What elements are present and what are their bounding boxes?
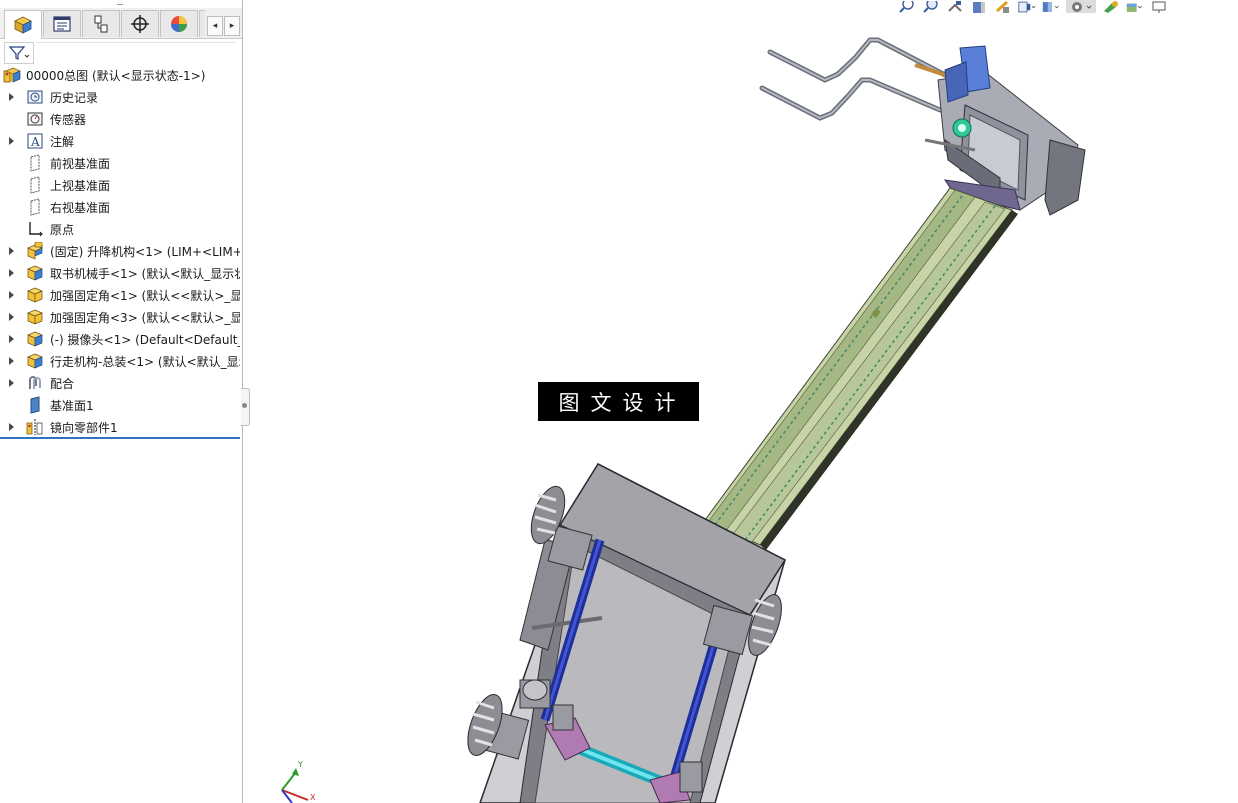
gripper-fork-rods [759,37,948,121]
watermark-label: 图文设计 [538,382,699,421]
triad-y-label: Y [297,760,303,769]
coordinate-triad: Y X [281,760,316,803]
triad-x-label: X [310,793,316,802]
lifting-column [704,187,1018,550]
